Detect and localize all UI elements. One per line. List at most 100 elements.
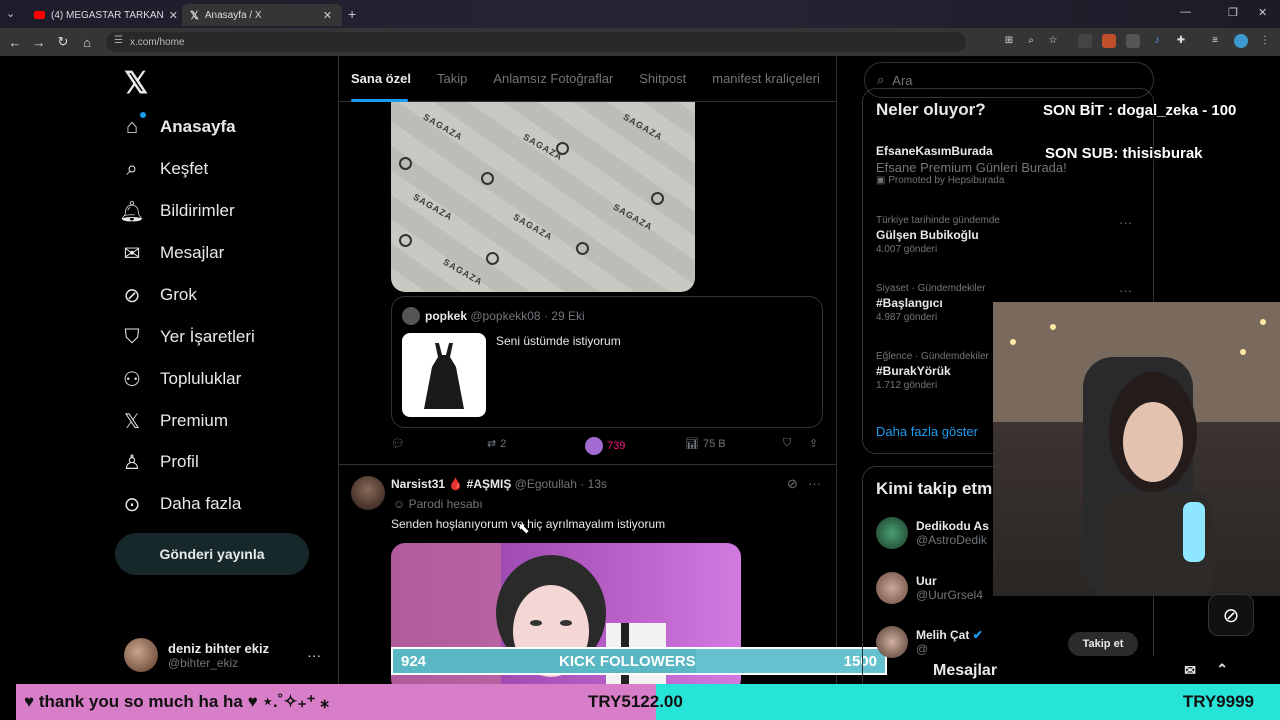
nav-premium[interactable]: 𝕏 Premium xyxy=(118,400,228,442)
tab-list-3[interactable]: manifest kraliçeleri xyxy=(699,56,833,102)
follow-suggestion[interactable]: Melih Çat ✔ @ xyxy=(876,626,983,658)
close-window-icon[interactable]: ✕ xyxy=(1258,6,1267,19)
nav-premium-label: Premium xyxy=(160,411,229,430)
expand-icon[interactable]: ⌃ xyxy=(1216,661,1228,678)
like-button[interactable]: 739 xyxy=(585,437,625,455)
x-logo-icon[interactable]: 𝕏 xyxy=(124,66,148,101)
maximize-icon[interactable]: ❐ xyxy=(1228,6,1238,19)
home-icon: ⌂ xyxy=(125,115,139,138)
post-image[interactable]: SAGAZA SAGAZA SAGAZA SAGAZA SAGAZA SAGAZ… xyxy=(391,102,695,292)
follow-suggestion[interactable]: Uur @UurGrsel4 xyxy=(876,572,983,604)
forward-icon[interactable]: → xyxy=(27,35,51,50)
nav-messages[interactable]: ✉ Mesajlar xyxy=(118,232,225,274)
follow-button[interactable]: Takip et xyxy=(1068,632,1138,656)
puzzle-icon[interactable]: ✚ xyxy=(1174,34,1188,48)
nav-explore[interactable]: ⌕ Keşfet xyxy=(118,148,208,190)
playlist-icon[interactable]: ≡ xyxy=(1208,34,1222,48)
views-count: 75 B xyxy=(702,437,726,450)
search-icon: ⌕ xyxy=(877,72,885,87)
extension-icon[interactable] xyxy=(1126,34,1140,48)
youtube-icon xyxy=(34,11,45,19)
nav-communities[interactable]: ⚇ Topluluklar xyxy=(118,358,241,400)
more-icon[interactable]: ··· xyxy=(307,647,321,663)
nav-grok[interactable]: ⊘ Grok xyxy=(118,274,197,316)
nav-profile-label: Profil xyxy=(160,452,199,471)
close-tab-icon[interactable]: ✕ xyxy=(169,9,178,22)
quoted-post-image[interactable] xyxy=(402,333,486,417)
nav-bookmarks[interactable]: ⛉ Yer İşaretleri xyxy=(118,316,255,358)
grok-icon[interactable]: ⊘ xyxy=(787,476,798,492)
nav-home[interactable]: ⌂ Anasayfa xyxy=(118,106,236,148)
back-icon[interactable]: ← xyxy=(3,35,27,50)
pattern-logo xyxy=(556,142,569,155)
nav-communities-label: Topluluklar xyxy=(160,369,242,388)
nav-notifications[interactable]: 🔔︎ Bildirimler xyxy=(118,190,234,232)
nav-profile[interactable]: ♙ Profil xyxy=(118,441,199,483)
donation-amount-2: TRY9999 xyxy=(1182,692,1254,711)
reply-button[interactable]: 💬︎ xyxy=(391,437,405,450)
tab-for-you[interactable]: Sana özel xyxy=(338,56,424,102)
close-tab-icon[interactable]: ✕ xyxy=(323,9,332,22)
suggestion-name: Melih Çat ✔ xyxy=(916,628,983,642)
new-tab-icon[interactable]: + xyxy=(348,6,356,22)
webcam-image xyxy=(993,302,1280,596)
suggestion-name: Dedikodu As xyxy=(916,519,989,533)
pattern-text: SAGAZA xyxy=(621,111,665,143)
author-name[interactable]: Narsist31 🩸 #AŞMIŞ xyxy=(391,477,511,491)
avatar xyxy=(876,572,908,604)
bookmark-button[interactable]: ⛉ xyxy=(783,437,791,450)
more-icon[interactable]: ··· xyxy=(808,476,821,491)
heart-icon xyxy=(585,437,603,455)
pattern-logo xyxy=(486,252,499,265)
grok-floating-button[interactable]: ⊘ xyxy=(1208,594,1254,636)
messages-drawer[interactable]: Mesajlar ✉ ⌃ xyxy=(918,656,1248,686)
trend-meta: Türkiye tarihinde gündemde xyxy=(876,215,1000,226)
new-message-icon[interactable]: ✉ xyxy=(1184,662,1196,679)
author-handle[interactable]: @Egotullah xyxy=(515,477,577,491)
search-placeholder: Ara xyxy=(892,72,913,88)
menu-icon[interactable]: ⋮ xyxy=(1258,34,1272,48)
nav-messages-label: Mesajlar xyxy=(160,243,225,262)
avatar[interactable] xyxy=(351,476,385,510)
views-button[interactable]: 📊︎ 75 B xyxy=(685,437,726,451)
browser-toolbar: ← → ↻ ⌂ ☰ x.com/home ⊞ ⌕ ☆ ♪ ✚ ≡ ⋮ xyxy=(0,28,1280,56)
star-icon[interactable]: ☆ xyxy=(1046,34,1060,48)
site-info-icon[interactable]: ☰ xyxy=(114,35,123,46)
address-bar[interactable]: ☰ x.com/home xyxy=(106,32,966,52)
profile-avatar-icon[interactable] xyxy=(1234,34,1248,48)
post-button[interactable]: Gönderi yayınla xyxy=(115,533,309,575)
donation-amount: TRY5122.00 xyxy=(588,692,683,711)
trend-item[interactable]: Türkiye tarihinde gündemde Gülşen Bubiko… xyxy=(876,215,1146,255)
repost-button[interactable]: ⇄ 2 xyxy=(487,437,506,451)
zoom-icon[interactable]: ⌕ xyxy=(1024,34,1038,48)
extension-icon[interactable]: ♪ xyxy=(1150,34,1164,48)
extension-icon[interactable] xyxy=(1078,34,1092,48)
install-icon[interactable]: ⊞ xyxy=(1002,34,1016,48)
follow-suggestion[interactable]: Dedikodu As @AstroDedik xyxy=(876,517,989,549)
tab-list-chevron-icon[interactable]: ⌄ xyxy=(6,7,15,20)
parody-label: Parodi hesabı xyxy=(408,497,483,511)
avatar xyxy=(124,638,158,672)
more-icon[interactable]: ··· xyxy=(1119,283,1132,298)
person-icon: ♙ xyxy=(123,451,141,474)
post-divider xyxy=(338,464,837,465)
home-browser-icon[interactable]: ⌂ xyxy=(75,35,99,50)
pattern-text: SAGAZA xyxy=(411,191,455,223)
more-icon[interactable]: ··· xyxy=(1119,215,1132,230)
last-bit-overlay: SON BİT : dogal_zeka - 100 xyxy=(1043,102,1237,119)
browser-tab-title: (4) MEGASTAR TARKAN I Bolum xyxy=(50,9,163,21)
minimize-icon[interactable]: — xyxy=(1180,6,1191,18)
account-switcher[interactable]: deniz bihter ekiz @bihter_ekiz ··· xyxy=(124,638,321,672)
show-more-link[interactable]: Daha fazla göster xyxy=(876,424,978,439)
kick-current: 924 xyxy=(401,653,427,670)
extension-icon[interactable] xyxy=(1102,34,1116,48)
tab-following[interactable]: Takip xyxy=(424,56,480,102)
browser-tab-x[interactable]: 𝕏 Anasayfa / X ✕ xyxy=(182,4,342,26)
tab-list-2[interactable]: Shitpost xyxy=(626,56,699,102)
reload-icon[interactable]: ↻ xyxy=(51,34,75,50)
nav-more[interactable]: ⊙ Daha fazla xyxy=(118,483,242,525)
browser-tab-youtube[interactable]: (4) MEGASTAR TARKAN I Bolum ✕ xyxy=(26,4,186,26)
tab-list-1[interactable]: Anlamsız Fotoğraflar xyxy=(480,56,626,102)
share-button[interactable]: ⇪ xyxy=(809,437,818,450)
nav-grok-label: Grok xyxy=(160,285,197,304)
